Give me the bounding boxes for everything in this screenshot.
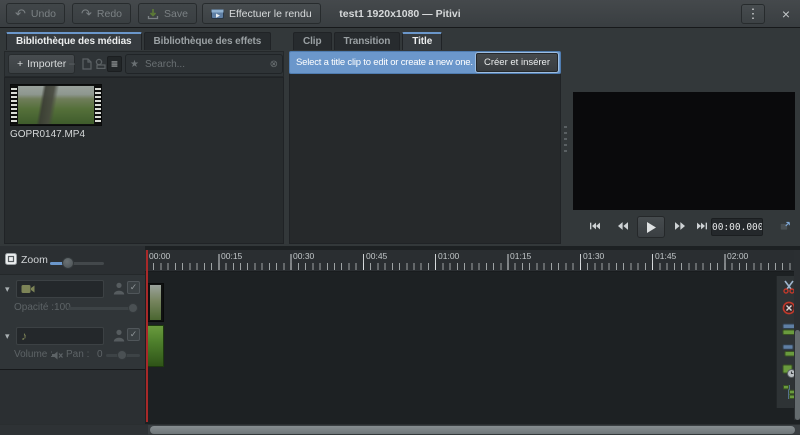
audio-layer-user-icon[interactable]	[113, 329, 125, 342]
pan-slider-handle[interactable]	[117, 350, 127, 360]
zoom-slider[interactable]	[50, 262, 104, 265]
render-button[interactable]: Effectuer le rendu	[202, 3, 321, 24]
header-bar: ↶ Undo ↷ Redo Save Effectuer le rendu te…	[0, 0, 800, 28]
viewer-display	[573, 92, 795, 210]
title-editor-panel: Clip Transition Title Select a title cli…	[287, 32, 563, 244]
ruler-label: 01:30	[583, 251, 604, 261]
mute-speaker-icon[interactable]	[52, 351, 63, 360]
rewind-button[interactable]	[612, 218, 634, 234]
insert-at-end-icon[interactable]	[94, 56, 108, 72]
library-tabs: Bibliothèque des médias Bibliothèque des…	[6, 32, 271, 50]
save-icon	[147, 8, 159, 20]
title-editor-content	[289, 74, 561, 244]
remove-clip-icon[interactable]: −	[65, 56, 79, 72]
list-view-toggle-icon[interactable]: ≡	[107, 56, 122, 72]
timeline-left-column: Zoom ▾ ✓ Opacité :100	[0, 246, 145, 424]
plus-icon: +	[17, 58, 23, 70]
timeline-video-clip[interactable]	[147, 283, 164, 322]
infobar-message: Select a title clip to edit or create a …	[296, 57, 476, 68]
vertical-scrollbar-thumb[interactable]	[795, 330, 800, 420]
video-layer-expander[interactable]: ▾	[5, 284, 10, 295]
library-toolbar: + Importer − ≡ ★ ⊗	[4, 51, 284, 77]
timeline-area: Zoom ▾ ✓ Opacité :100	[0, 246, 800, 424]
ruler-label: 00:30	[293, 251, 314, 261]
audio-layer-checkbox[interactable]: ✓	[127, 328, 140, 341]
forward-button[interactable]	[669, 218, 691, 234]
star-icon: ★	[130, 59, 139, 70]
tab-transition[interactable]: Transition	[334, 32, 401, 50]
ruler-label: 01:15	[510, 251, 531, 261]
clip-properties-icon[interactable]	[80, 56, 94, 72]
undo-button[interactable]: ↶ Undo	[6, 3, 65, 24]
ruler-label: 02:00	[727, 251, 748, 261]
pan-label: Pan :	[66, 349, 89, 360]
ruler-label: 01:00	[438, 251, 459, 261]
play-icon	[646, 222, 656, 233]
zoom-row: Zoom	[0, 250, 145, 272]
timeline-ruler[interactable]: 00:00 00:15 00:30 00:45 01:00 01:15 01:3…	[145, 250, 800, 272]
title-infobar: Select a title clip to edit or create a …	[289, 51, 561, 74]
video-layer-name-input[interactable]	[16, 280, 104, 298]
media-clip-thumbnail	[10, 84, 102, 126]
redo-label: Redo	[97, 8, 122, 20]
volume-label: Volume :	[14, 349, 53, 360]
audio-layer-icon: ♪	[21, 329, 27, 343]
opacity-slider-handle[interactable]	[128, 303, 138, 313]
playhead[interactable]	[146, 250, 148, 422]
layer-controls: ▾ ✓ Opacité :100 ▾ ♪ ✓	[0, 274, 145, 370]
ruler-major-ticks	[145, 254, 800, 270]
search-box: ★ ⊗	[125, 54, 283, 74]
editor-tabs: Clip Transition Title	[293, 32, 442, 50]
go-to-start-button[interactable]	[584, 218, 606, 234]
paned-handle[interactable]	[564, 126, 567, 156]
search-input[interactable]	[143, 58, 266, 71]
zoom-slider-handle[interactable]	[62, 257, 74, 269]
video-layer-icon	[21, 284, 35, 294]
tab-title[interactable]: Title	[402, 32, 442, 50]
tab-media-library[interactable]: Bibliothèque des médias	[6, 32, 142, 50]
undo-label: Undo	[31, 8, 56, 20]
ruler-label: 00:00	[149, 251, 170, 261]
timeline-horizontal-scrollbar[interactable]	[0, 424, 800, 434]
ruler-label: 00:15	[221, 251, 242, 261]
redo-button[interactable]: ↷ Redo	[72, 3, 131, 24]
save-label: Save	[164, 8, 188, 20]
undock-viewer-button[interactable]	[774, 218, 796, 234]
save-button[interactable]: Save	[138, 3, 197, 24]
menu-icon: ⋮	[747, 6, 760, 22]
close-icon: ×	[782, 6, 790, 22]
media-library-content: GOPR0147.MP4	[4, 77, 284, 244]
render-label: Effectuer le rendu	[229, 8, 312, 20]
timeline-vertical-scrollbar[interactable]	[794, 250, 800, 420]
pitivi-window: ↶ Undo ↷ Redo Save Effectuer le rendu te…	[0, 0, 800, 434]
ruler-label: 01:45	[655, 251, 676, 261]
audio-layer-name-input[interactable]: ♪	[16, 327, 104, 345]
opacity-label: Opacité :100	[14, 302, 71, 313]
timecode-input[interactable]	[711, 218, 763, 236]
media-clip-card[interactable]: GOPR0147.MP4	[10, 84, 102, 140]
tab-clip[interactable]: Clip	[293, 32, 332, 50]
audio-layer-expander[interactable]: ▾	[5, 331, 10, 342]
render-icon	[211, 8, 224, 20]
close-button[interactable]: ×	[776, 4, 796, 24]
zoom-fit-icon[interactable]	[4, 252, 18, 266]
redo-icon: ↷	[81, 7, 92, 20]
pan-value: 0	[97, 349, 103, 360]
undo-icon: ↶	[15, 7, 26, 20]
import-label: Importer	[27, 58, 66, 70]
media-library-panel: Bibliothèque des médias Bibliothèque des…	[4, 32, 284, 244]
zoom-label: Zoom	[21, 254, 48, 266]
video-layer-checkbox[interactable]: ✓	[127, 281, 140, 294]
ruler-label: 00:45	[366, 251, 387, 261]
timeline-audio-clip[interactable]	[147, 325, 164, 367]
play-button[interactable]	[637, 216, 665, 238]
clear-search-icon[interactable]: ⊗	[270, 59, 278, 70]
go-to-end-button[interactable]	[691, 218, 713, 234]
tab-effects-library[interactable]: Bibliothèque des effets	[144, 32, 272, 50]
horizontal-scrollbar-thumb[interactable]	[150, 426, 795, 434]
menu-button[interactable]: ⋮	[741, 4, 765, 24]
create-insert-button[interactable]: Créer et insérer	[476, 53, 558, 72]
video-layer-user-icon[interactable]	[113, 282, 125, 295]
media-clip-name: GOPR0147.MP4	[10, 129, 102, 140]
